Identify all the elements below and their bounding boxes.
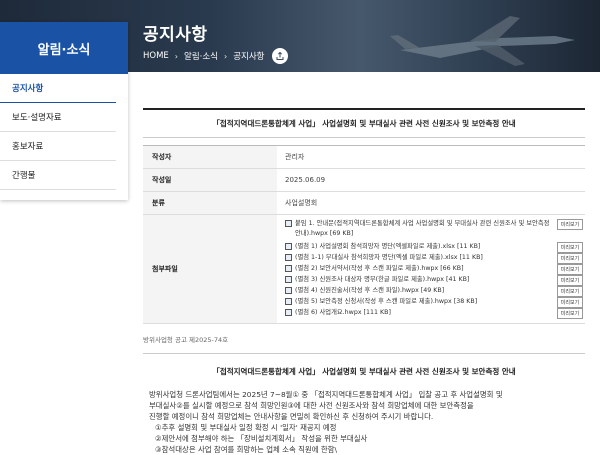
file-icon [285,243,292,250]
body-line: ③참석대상은 사업 참여를 희망하는 업체 소속 직원에 한함\ [155,445,337,454]
divider [143,353,585,354]
attachment-item: (별첨 4) 신원진술서(작성 후 스캔 파일).hwpx [49 KB] 미리… [285,286,585,297]
body-text: 방위사업청 드론사업팀에서는 2025년 7~8월① 중 「접적지역대드론통합체… [143,389,585,455]
share-button[interactable] [272,48,289,64]
attachment-link[interactable]: (별첨 3) 신원조사 대상자 명부(한글 파일로 제출).hwpx [41 K… [295,275,557,285]
chevron-right-icon: › [223,51,228,61]
body-line: 부대실사②를 실시할 예정으로 참석 희망인원③에 대한 사전 신원조사와 참석… [149,401,474,410]
preview-button[interactable]: 미리보기 [557,219,583,230]
notice-number: 방위사업청 공고 제2025-74호 [143,336,229,344]
meta-label: 작성자 [143,145,277,169]
attachment-item: (별첨 5) 보안측정 신청서(작성 후 스캔 파일로 제출).hwpx [38… [285,297,585,308]
attachment-list: 붙임 1. 안내문(접적지역대드론통합체계 사업 사업설명회 및 부대실사 관련… [285,219,585,319]
preview-button[interactable]: 미리보기 [557,253,583,264]
breadcrumb: HOME › 알림·소식 › 공지사항 [143,48,289,64]
attachment-link[interactable]: 붙임 1. 안내문(접적지역대드론통합체계 사업 사업설명회 및 부대실사 관련… [295,219,557,239]
post-content: 「접적지역대드론통합체계 사업」 사업설명회 및 부대실사 관련 사전 신원조사… [143,108,585,455]
attachment-item: (별첨 2) 보안서약서(작성 후 스캔 파일로 제출).hwpx [66 KB… [285,264,585,275]
body-line: 진행할 예정이니 참석 희망업체는 안내사항을 면밀히 확인하신 후 신청하여 … [149,412,434,421]
file-icon [285,254,292,261]
chevron-right-icon: › [174,51,178,61]
sidebar-item-promo[interactable]: 홍보자료 [0,132,116,161]
meta-value: 관리자 [277,145,585,169]
preview-button[interactable]: 미리보기 [557,242,583,253]
meta-row-date: 작성일 2025.06.09 [143,168,585,192]
meta-label: 분류 [143,191,277,215]
file-icon [285,265,292,272]
page-title: 공지사항 [143,25,208,45]
preview-button[interactable]: 미리보기 [557,264,583,275]
attachment-link[interactable]: (별첨 4) 신원진술서(작성 후 스캔 파일).hwpx [49 KB] [295,286,557,296]
body-line: ①추후 설명회 및 부대실사 일정 확정 시 '일자' 재공지 예정 [155,423,337,432]
sidebar-item-press[interactable]: 보도·설명자료 [0,103,116,132]
breadcrumb-news[interactable]: 알림·소식 [184,50,218,62]
body-line: ②제안서에 첨부해야 하는 「장비설치계획서」 작성을 위한 부대실사 [155,434,368,443]
meta-value: 2025.06.09 [277,168,585,192]
preview-button[interactable]: 미리보기 [557,275,583,286]
preview-button[interactable]: 미리보기 [557,286,583,297]
post-meta-table: 작성자 관리자 작성일 2025.06.09 분류 사업설명회 첨부파일 붙임 … [143,145,585,324]
fighter-jet-image [390,16,575,66]
attachment-item: (별첨 3) 신원조사 대상자 명부(한글 파일로 제출).hwpx [41 K… [285,275,585,286]
post-title: 「접적지역대드론통합체계 사업」 사업설명회 및 부대실사 관련 사전 신원조사… [143,108,585,138]
attachment-item: (별첨 6) 사업개요.hwpx [111 KB] 미리보기 [285,308,585,319]
meta-row-category: 분류 사업설명회 [143,191,585,215]
file-icon [285,220,292,227]
file-icon [285,287,292,294]
attachment-item: (별첨 1-1) 부대실사 참석희망자 명단(엑셀 파일로 제출).xlsx [… [285,253,585,264]
meta-label: 작성일 [143,168,277,192]
file-icon [285,298,292,305]
breadcrumb-notice[interactable]: 공지사항 [233,50,264,62]
meta-value: 사업설명회 [277,191,585,215]
preview-button[interactable]: 미리보기 [557,297,583,308]
preview-button[interactable]: 미리보기 [557,308,583,319]
sidebar-item-publications[interactable]: 간행물 [0,161,116,190]
attachment-link[interactable]: (별첨 6) 사업개요.hwpx [111 KB] [295,308,557,318]
attachment-link[interactable]: (별첨 2) 보안서약서(작성 후 스캔 파일로 제출).hwpx [66 KB… [295,264,557,274]
meta-row-author: 작성자 관리자 [143,145,585,169]
sidebar-item-notice[interactable]: 공지사항 [0,74,116,103]
attachment-link[interactable]: (별첨 1-1) 부대실사 참석희망자 명단(엑셀 파일로 제출).xlsx [… [295,253,557,263]
meta-label: 첨부파일 [143,214,277,324]
breadcrumb-home[interactable]: HOME [143,51,169,61]
attachment-item: (별첨 1) 사업설명회 참석희망자 명단(엑셀파일로 제출).xlsx [11… [285,242,585,253]
file-icon [285,276,292,283]
file-icon [285,309,292,316]
body-title: 「접적지역대드론통합체계 사업」 사업설명회 및 부대실사 관련 사전 신원조사… [212,367,516,376]
attachment-link[interactable]: (별첨 1) 사업설명회 참석희망자 명단(엑셀파일로 제출).xlsx [11… [295,242,557,252]
sidebar: 알림·소식 공지사항 보도·설명자료 홍보자료 간행물 [0,22,128,200]
meta-row-attachments: 첨부파일 붙임 1. 안내문(접적지역대드론통합체계 사업 사업설명회 및 부대… [143,214,585,324]
share-icon [276,51,284,60]
attachment-link[interactable]: (별첨 5) 보안측정 신청서(작성 후 스캔 파일로 제출).hwpx [38… [295,297,557,307]
sidebar-title: 알림·소식 [0,22,128,74]
attachment-item: 붙임 1. 안내문(접적지역대드론통합체계 사업 사업설명회 및 부대실사 관련… [285,219,585,242]
body-line: 방위사업청 드론사업팀에서는 2025년 7~8월① 중 「접적지역대드론통합체… [149,390,503,399]
